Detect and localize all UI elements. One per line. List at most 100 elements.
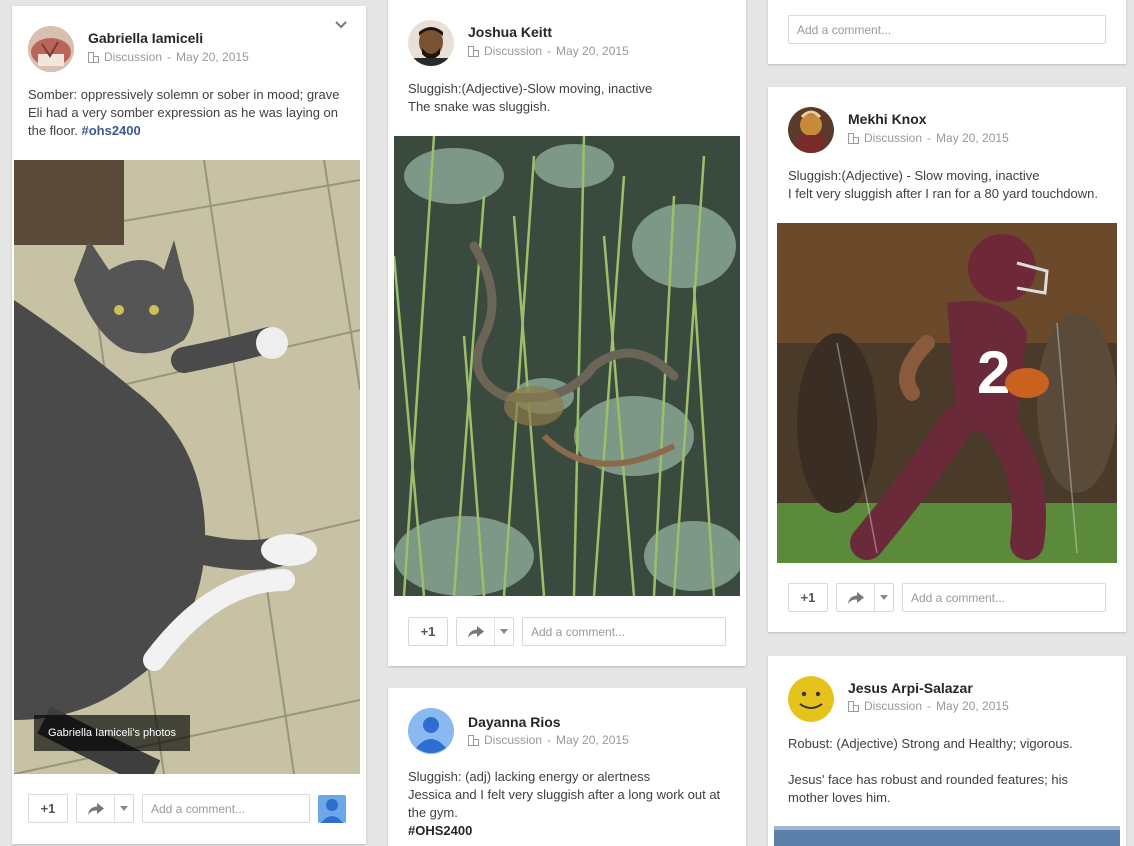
author-name[interactable]: Joshua Keitt <box>468 24 552 40</box>
text-line: I felt very sluggish after I ran for a 8… <box>788 186 1098 201</box>
text-line: Eli had a very somber expression as he w… <box>28 105 338 120</box>
text-line-part: the floor. <box>28 123 82 138</box>
share-dropdown[interactable] <box>495 618 513 645</box>
chevron-down-icon[interactable] <box>334 18 348 32</box>
person-icon <box>408 708 454 754</box>
share-arrow-icon <box>467 625 484 638</box>
caret-down-icon <box>120 806 128 811</box>
photo-caption[interactable]: Gabriella Iamiceli's photos <box>34 715 191 751</box>
share-arrow-icon <box>847 591 864 604</box>
post-meta: Discussion - May 20, 2015 <box>848 699 1009 713</box>
comment-input[interactable]: Add a comment... <box>142 794 310 823</box>
post-meta: Discussion - May 20, 2015 <box>468 44 629 58</box>
smiley-avatar-image <box>788 676 834 722</box>
football-photo-image: 2 <box>777 223 1117 563</box>
meta-separator: - <box>547 733 552 747</box>
post-meta: Discussion - May 20, 2015 <box>468 733 629 747</box>
comment-input[interactable]: Add a comment... <box>522 617 726 646</box>
meta-separator: - <box>927 131 932 145</box>
hashtag-link[interactable]: #OHS2400 <box>408 822 738 840</box>
post-date[interactable]: May 20, 2015 <box>936 699 1009 713</box>
plus-one-button[interactable]: +1 <box>408 617 448 646</box>
author-name[interactable]: Dayanna Rios <box>468 714 561 730</box>
share-dropdown[interactable] <box>115 795 133 822</box>
share-button[interactable] <box>76 794 134 823</box>
post-text: Sluggish:(Adjective) - Slow moving, inac… <box>788 167 1118 203</box>
post-meta: Discussion - May 20, 2015 <box>848 131 1009 145</box>
text-line: mother loves him. <box>788 790 891 805</box>
post-text: Sluggish:(Adjective)-Slow moving, inacti… <box>408 80 738 116</box>
meta-separator: - <box>167 50 172 64</box>
plus-one-button[interactable]: +1 <box>28 794 68 823</box>
post-card-jesus: Jesus Arpi-Salazar Discussion - May 20, … <box>768 656 1126 846</box>
partial-photo-image <box>774 826 1120 846</box>
text-line: Sluggish: (adj) lacking energy or alertn… <box>408 769 651 784</box>
text-line: the gym. <box>408 805 458 820</box>
text-line: Somber: oppressively solemn or sober in … <box>28 87 340 102</box>
user-avatar-small[interactable] <box>318 795 346 823</box>
share-dropdown[interactable] <box>875 584 893 611</box>
post-photo[interactable] <box>774 826 1120 846</box>
avatar-image <box>28 26 74 72</box>
post-photo[interactable] <box>394 136 740 596</box>
snake-photo-image <box>394 136 740 596</box>
post-photo[interactable]: 2 <box>777 223 1117 563</box>
author-name[interactable]: Mekhi Knox <box>848 111 927 127</box>
author-name[interactable]: Gabriella Iamiceli <box>88 30 203 46</box>
text-line: Robust: (Adjective) Strong and Healthy; … <box>788 736 1073 751</box>
share-arrow-icon <box>87 802 104 815</box>
cat-photo-image <box>14 160 360 774</box>
text-line: Sluggish:(Adjective)-Slow moving, inacti… <box>408 81 653 96</box>
caret-down-icon <box>500 629 508 634</box>
share-button[interactable] <box>836 583 894 612</box>
jersey-number: 2 <box>977 339 1010 406</box>
comment-input[interactable]: Add a comment... <box>788 15 1106 44</box>
community-icon <box>848 132 859 144</box>
text-line: Sluggish:(Adjective) - Slow moving, inac… <box>788 168 1040 183</box>
plus-one-button[interactable]: +1 <box>788 583 828 612</box>
community-icon <box>848 700 859 712</box>
text-line: Jesus' face has robust and rounded featu… <box>788 772 1068 787</box>
post-text: Sluggish: (adj) lacking energy or alertn… <box>408 768 738 840</box>
text-line: the floor. #ohs2400 <box>28 122 354 140</box>
avatar[interactable] <box>788 676 834 722</box>
avatar-image <box>408 20 454 66</box>
post-text: Somber: oppressively solemn or sober in … <box>28 86 354 140</box>
post-date[interactable]: May 20, 2015 <box>556 44 629 58</box>
post-category[interactable]: Discussion <box>484 733 542 747</box>
avatar[interactable] <box>788 107 834 153</box>
meta-separator: - <box>927 699 932 713</box>
share-main[interactable] <box>837 584 875 611</box>
community-icon <box>88 51 99 63</box>
post-category[interactable]: Discussion <box>104 50 162 64</box>
hashtag-link[interactable]: #ohs2400 <box>81 123 140 138</box>
comment-input[interactable]: Add a comment... <box>902 583 1106 612</box>
community-icon <box>468 734 479 746</box>
meta-separator: - <box>547 44 552 58</box>
avatar[interactable] <box>408 20 454 66</box>
text-line: The snake was sluggish. <box>408 99 551 114</box>
post-card-mekhi: Mekhi Knox Discussion - May 20, 2015 Slu… <box>768 87 1126 632</box>
post-date[interactable]: May 20, 2015 <box>176 50 249 64</box>
avatar[interactable] <box>28 26 74 72</box>
avatar-image <box>788 107 834 153</box>
post-date[interactable]: May 20, 2015 <box>936 131 1009 145</box>
text-line <box>788 753 1118 771</box>
post-category[interactable]: Discussion <box>484 44 542 58</box>
post-card-dayanna: Dayanna Rios Discussion - May 20, 2015 S… <box>388 688 746 846</box>
author-name[interactable]: Jesus Arpi-Salazar <box>848 680 973 696</box>
community-icon <box>468 45 479 57</box>
person-icon <box>321 799 343 823</box>
post-category[interactable]: Discussion <box>864 131 922 145</box>
text-line: Jessica and I felt very sluggish after a… <box>408 787 721 802</box>
post-category[interactable]: Discussion <box>864 699 922 713</box>
post-photo[interactable]: Gabriella Iamiceli's photos <box>14 160 360 774</box>
post-text: Robust: (Adjective) Strong and Healthy; … <box>788 735 1118 807</box>
post-card-joshua: Joshua Keitt Discussion - May 20, 2015 S… <box>388 0 746 666</box>
share-main[interactable] <box>77 795 115 822</box>
caret-down-icon <box>880 595 888 600</box>
share-main[interactable] <box>457 618 495 645</box>
post-date[interactable]: May 20, 2015 <box>556 733 629 747</box>
share-button[interactable] <box>456 617 514 646</box>
avatar[interactable] <box>408 708 454 754</box>
